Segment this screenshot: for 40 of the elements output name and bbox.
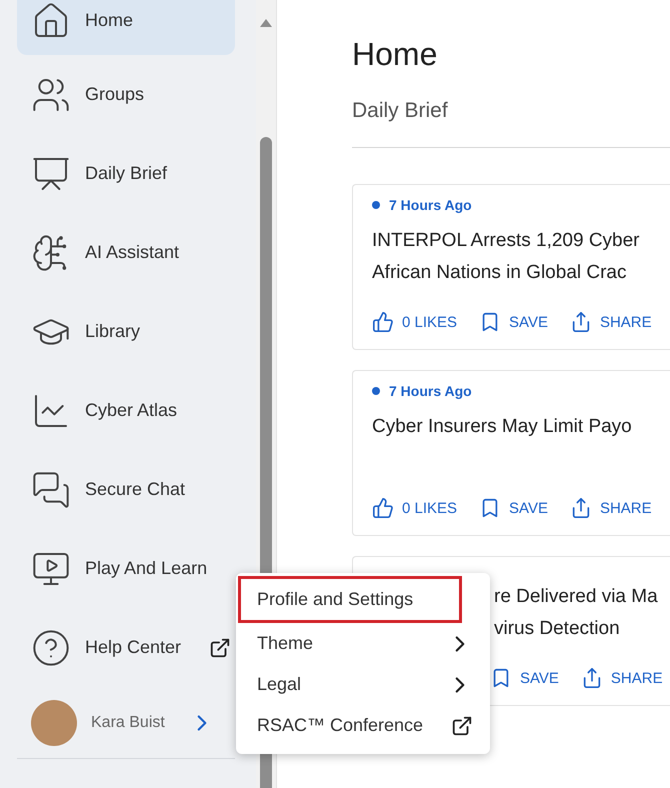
thumbs-up-icon (372, 497, 394, 519)
nav-item[interactable]: Play And Learn (17, 529, 235, 608)
nav-item[interactable]: Daily Brief (17, 134, 235, 213)
nav-item[interactable]: Cyber Atlas (17, 371, 235, 450)
avatar[interactable] (31, 700, 77, 746)
nav-item[interactable]: Secure Chat (17, 450, 235, 529)
share-button[interactable]: SHARE (580, 667, 663, 689)
external-link-icon (451, 714, 473, 736)
time-label: 7 Hours Ago (389, 383, 472, 399)
nav-item[interactable]: Library (17, 292, 235, 371)
like-button[interactable]: 0 LIKES (372, 311, 458, 333)
share-button[interactable]: SHARE (570, 311, 652, 333)
news-title: INTERPOL Arrests 1,209 Cyber (372, 229, 640, 253)
save-button[interactable]: SAVE (479, 311, 548, 333)
news-title: African Nations in Global Crac (372, 261, 626, 285)
news-title: Cyber Insurers May Limit Payo (372, 415, 632, 439)
page-subtitle: Daily Brief (352, 99, 449, 123)
help-icon (31, 628, 71, 668)
dot-icon (372, 387, 380, 395)
nav-item[interactable]: Groups (17, 55, 235, 134)
scroll-up-arrow-icon[interactable] (260, 19, 272, 27)
time-label: 7 Hours Ago (389, 197, 472, 213)
user-name[interactable]: Kara Buist (91, 714, 175, 732)
like-button[interactable]: 0 LIKES (372, 497, 458, 519)
save-button[interactable]: SAVE (490, 667, 559, 689)
nav-item[interactable]: AI Assistant (17, 213, 235, 292)
news-card[interactable]: 7 Hours Ago Cyber Insurers May Limit Payo 0 LIKES SAVE SHARE (352, 370, 670, 536)
chat-bubbles-icon (31, 470, 71, 510)
dot-icon (372, 201, 380, 209)
page-title: Home (352, 36, 438, 73)
nav-item[interactable]: Help Center (17, 608, 235, 687)
save-button[interactable]: SAVE (479, 497, 548, 519)
nav-item[interactable]: Home (17, 0, 235, 55)
thumbs-up-icon (372, 311, 394, 333)
news-title: virus Detection (494, 617, 620, 641)
menu-item[interactable]: Profile and Settings (238, 576, 462, 623)
menu-item[interactable]: RSAC™ Conference (238, 705, 476, 746)
news-card[interactable]: 7 Hours Ago INTERPOL Arrests 1,209 Cyber African Nations in Global Crac 0 LIKES SAVE SHARE (352, 184, 670, 350)
news-title: re Delivered via Ma (494, 585, 658, 609)
share-button[interactable]: SHARE (570, 497, 652, 519)
